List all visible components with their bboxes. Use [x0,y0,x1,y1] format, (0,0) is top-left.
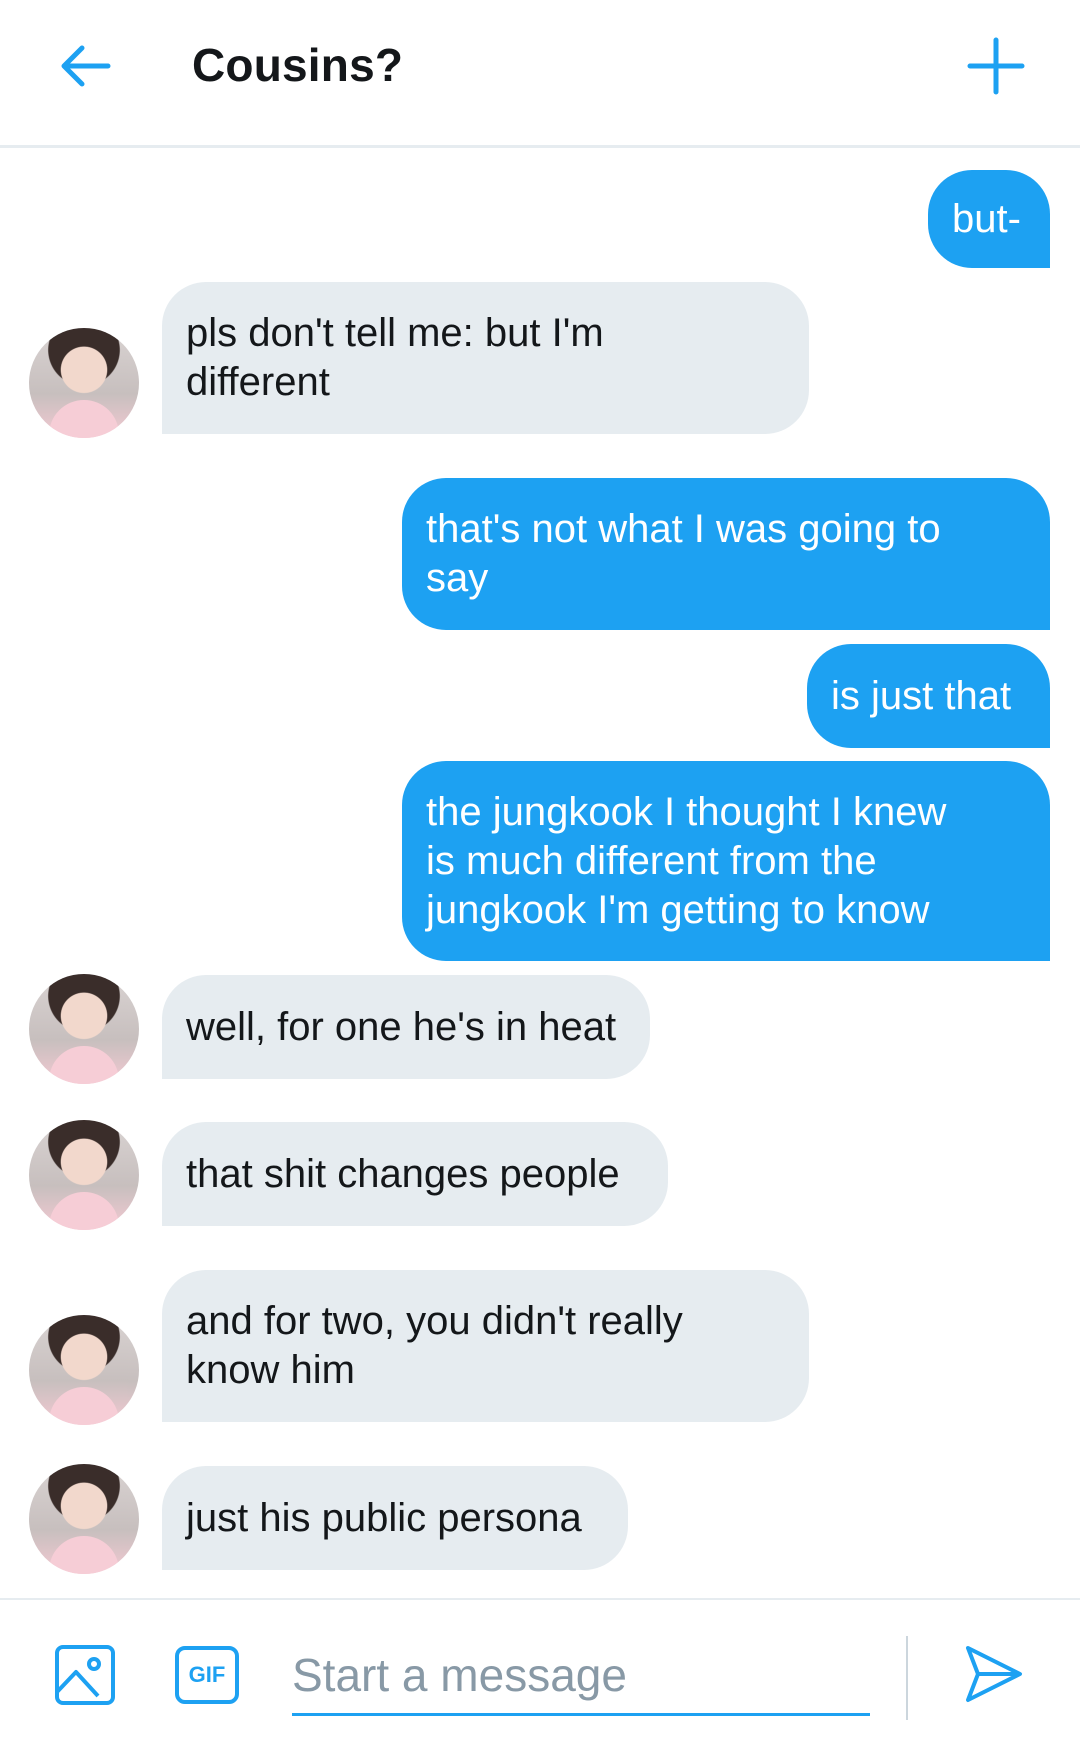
back-button[interactable] [52,34,116,98]
message-text: is just that [831,673,1012,718]
message-composer: GIF [0,1598,1080,1741]
message-bubble-sent: that's not what I was going to say [402,478,1050,630]
message-bubble-sent: is just that [807,644,1050,748]
message-text: and for two, you didn't really know him [186,1299,683,1392]
message-bubble-received: and for two, you didn't really know him [162,1270,809,1422]
divider [906,1636,908,1720]
message-text: pls don't tell me: but I'm different [186,311,604,404]
message-input[interactable] [292,1636,870,1716]
message-text: the jungkook I thought I knew is much di… [426,789,947,932]
arrow-left-icon [61,45,111,87]
conversation-header: Cousins? [0,0,1080,148]
send-icon [966,1646,1022,1702]
avatar[interactable] [29,974,139,1084]
message-text: just his public persona [186,1495,582,1540]
message-bubble-received: that shit changes people [162,1122,668,1226]
avatar[interactable] [29,1315,139,1425]
send-button[interactable] [962,1642,1026,1706]
message-bubble-received: pls don't tell me: but I'm different [162,282,809,434]
message-bubble-received: well, for one he's in heat [162,975,650,1079]
message-text: but- [952,196,1021,241]
avatar[interactable] [29,328,139,438]
avatar[interactable] [29,1120,139,1230]
conversation-title: Cousins? [192,39,404,91]
message-bubble-received: just his public persona [162,1466,628,1570]
message-bubble-sent: the jungkook I thought I knew is much di… [402,761,1050,961]
add-photo-button[interactable] [54,1644,116,1706]
plus-icon [967,37,1025,95]
avatar[interactable] [29,1464,139,1574]
gif-button[interactable]: GIF [175,1646,239,1704]
message-bubble-sent: but- [928,170,1050,268]
image-icon [55,1645,115,1705]
add-participant-button[interactable] [962,32,1030,100]
message-text: well, for one he's in heat [186,1004,617,1049]
message-text: that's not what I was going to say [426,507,941,600]
message-thread: but- pls don't tell me: but I'm differen… [0,148,1080,1598]
message-text: that shit changes people [186,1151,620,1196]
